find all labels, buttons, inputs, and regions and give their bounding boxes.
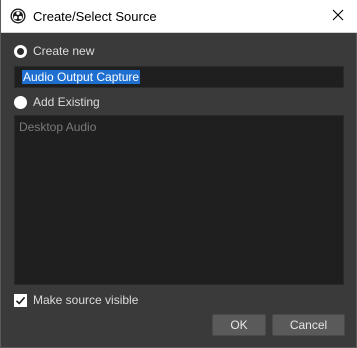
create-new-option[interactable]: Create new (14, 43, 94, 59)
add-existing-label: Add Existing (33, 95, 100, 109)
existing-sources-list[interactable]: Desktop Audio (14, 115, 344, 285)
source-name-input[interactable]: Audio Output Capture (14, 66, 344, 88)
make-visible-option[interactable]: Make source visible (14, 292, 138, 308)
add-existing-radio[interactable] (14, 95, 27, 109)
cancel-button[interactable]: Cancel (272, 314, 345, 336)
create-new-radio[interactable] (14, 44, 27, 58)
make-visible-label: Make source visible (33, 293, 139, 307)
add-existing-option[interactable]: Add Existing (14, 94, 100, 110)
window-title: Create/Select Source (33, 9, 157, 24)
create-select-source-dialog: Create/Select Source Create new Audio Ou… (0, 0, 357, 348)
close-button[interactable] (318, 0, 357, 33)
checkmark-icon (14, 294, 27, 310)
list-item[interactable]: Desktop Audio (19, 120, 96, 134)
make-visible-checkbox[interactable] (14, 293, 27, 310)
source-name-value: Audio Output Capture (22, 70, 141, 84)
close-icon (332, 9, 344, 24)
title-bar: Create/Select Source (1, 0, 357, 33)
create-new-label: Create new (33, 44, 95, 58)
ok-button[interactable]: OK (212, 314, 266, 336)
obs-logo-icon (10, 8, 26, 24)
